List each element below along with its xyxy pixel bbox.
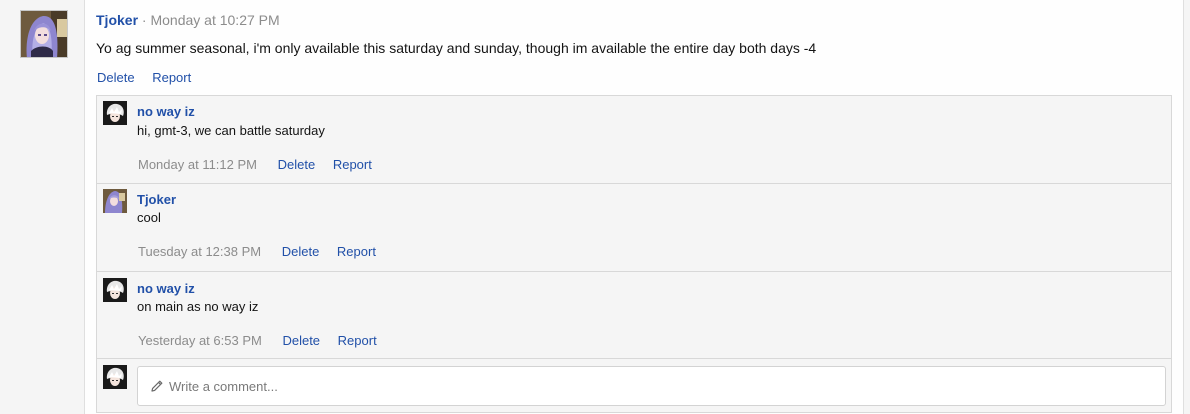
comments-list: no way iz hi, gmt-3, we can battle satur…: [96, 95, 1172, 413]
comment-item: no way iz on main as no way iz Yesterday…: [97, 272, 1171, 359]
post-timestamp[interactable]: Monday at 10:27 PM: [150, 12, 279, 28]
comment-delete-link[interactable]: Delete: [282, 244, 320, 259]
comment-text: on main as no way iz: [137, 299, 259, 314]
comment-author-link[interactable]: Tjoker: [137, 192, 176, 207]
comment-input-box[interactable]: [137, 366, 1166, 406]
post-message: Yo ag summer seasonal, i'm only availabl…: [96, 40, 817, 56]
comment-report-link[interactable]: Report: [338, 333, 377, 348]
comment-actions: Tuesday at 12:38 PM Delete Report: [138, 244, 390, 259]
post-report-link[interactable]: Report: [152, 70, 191, 85]
comment-timestamp[interactable]: Tuesday at 12:38 PM: [138, 244, 261, 259]
post-actions: Delete Report: [97, 70, 205, 85]
current-user-avatar: [103, 365, 127, 389]
comment-author-link[interactable]: no way iz: [137, 281, 195, 296]
comment-report-link[interactable]: Report: [337, 244, 376, 259]
post-author-link[interactable]: Tjoker: [96, 12, 138, 28]
comment-delete-link[interactable]: Delete: [278, 157, 316, 172]
comment-text: cool: [137, 210, 161, 225]
author-avatar[interactable]: [20, 10, 68, 58]
comment-item: no way iz hi, gmt-3, we can battle satur…: [97, 96, 1171, 184]
comment-timestamp[interactable]: Monday at 11:12 PM: [138, 157, 257, 172]
post-delete-link[interactable]: Delete: [97, 70, 135, 85]
comment-actions: Yesterday at 6:53 PM Delete Report: [138, 333, 391, 348]
pencil-icon: [150, 379, 164, 393]
comment-text: hi, gmt-3, we can battle saturday: [137, 123, 325, 138]
comment-avatar[interactable]: [103, 189, 127, 213]
comment-avatar[interactable]: [103, 101, 127, 125]
comment-avatar[interactable]: [103, 278, 127, 302]
post-header: Tjoker · Monday at 10:27 PM: [96, 12, 280, 28]
header-separator: ·: [141, 12, 147, 28]
comment-report-link[interactable]: Report: [333, 157, 372, 172]
comment-actions: Monday at 11:12 PM Delete Report: [138, 157, 386, 172]
comment-author-link[interactable]: no way iz: [137, 104, 195, 119]
comment-input[interactable]: [169, 375, 1149, 397]
comment-timestamp[interactable]: Yesterday at 6:53 PM: [138, 333, 262, 348]
left-gutter: [0, 0, 85, 414]
comment-delete-link[interactable]: Delete: [282, 333, 320, 348]
comment-item: Tjoker cool Tuesday at 12:38 PM Delete R…: [97, 184, 1171, 272]
